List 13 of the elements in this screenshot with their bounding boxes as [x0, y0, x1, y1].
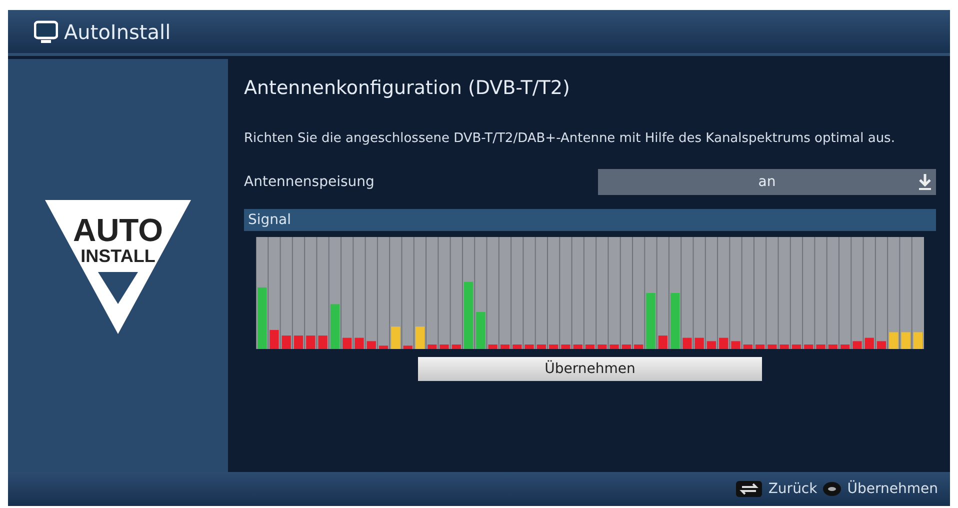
tv-icon — [34, 20, 58, 44]
back-key-icon — [736, 481, 762, 497]
footer-hint: Zurück — [768, 481, 818, 497]
download-icon — [918, 173, 932, 191]
description-text: Richten Sie die angeschlossene DVB-T/T2/DAB+-Antenne mit Hilfe des Kanalspektrums optimal aus. — [244, 130, 896, 148]
signal-header: Signal — [244, 209, 936, 231]
ok-key-icon — [823, 482, 842, 496]
setting-label: Antennenspeisung — [244, 174, 374, 190]
apply-button[interactable]: Übernehmen — [418, 357, 762, 381]
window-title: AutoInstall — [64, 20, 171, 44]
section-heading: Antennenkonfiguration (DVB-T/T2) — [244, 77, 571, 99]
footer-hint: Übernehmen — [847, 481, 938, 497]
dropdown-field[interactable]: an — [598, 169, 936, 195]
